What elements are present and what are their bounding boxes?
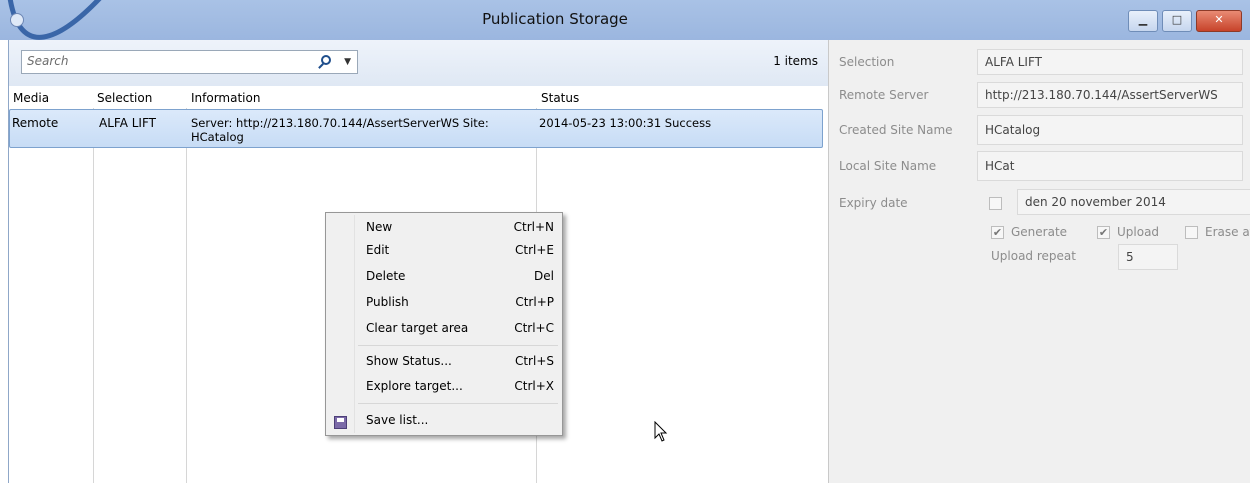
close-button[interactable]: ✕	[1196, 10, 1242, 32]
search-placeholder: Search	[27, 54, 69, 68]
erase-checkbox[interactable]	[1185, 226, 1198, 239]
column-header-information[interactable]: Information	[187, 88, 260, 108]
menu-item-delete[interactable]: Delete Del	[366, 265, 554, 287]
menu-item-shortcut: Ctrl+N	[513, 220, 554, 234]
cell-media: Remote	[12, 116, 59, 130]
menu-item-label: Explore target...	[366, 379, 463, 393]
cell-information: Server: http://213.180.70.144/AssertServ…	[191, 116, 489, 144]
generate-label: Generate	[1011, 225, 1068, 239]
menu-item-shortcut: Ctrl+S	[514, 354, 554, 368]
column-header-status[interactable]: Status	[537, 88, 579, 108]
menu-item-edit[interactable]: Edit Ctrl+E	[366, 239, 554, 261]
menu-item-label: Edit	[366, 243, 390, 257]
maximize-button[interactable]: □	[1162, 10, 1192, 32]
menu-item-explore-target[interactable]: Explore target... Ctrl+X	[366, 375, 554, 397]
mouse-cursor-icon	[654, 421, 668, 442]
menu-item-shortcut: Ctrl+P	[515, 295, 554, 309]
minimize-icon: ▁	[1138, 13, 1148, 26]
menu-item-label: Save list...	[366, 413, 429, 427]
cell-status: 2014-05-23 13:00:31 Success	[539, 116, 712, 130]
maximize-icon: □	[1171, 13, 1183, 26]
menu-item-label: Publish	[366, 295, 409, 309]
menu-item-publish[interactable]: Publish Ctrl+P	[366, 291, 554, 313]
menu-separator	[358, 345, 558, 346]
menu-item-save-list[interactable]: Save list...	[366, 409, 554, 431]
list-toolbar: Search ▼ 1 items	[9, 40, 828, 86]
menu-item-clear-target-area[interactable]: Clear target area Ctrl+C	[366, 317, 554, 339]
menu-item-shortcut: Ctrl+X	[514, 379, 554, 393]
menu-item-label: New	[366, 220, 393, 234]
title-bar: Publication Storage ▁ □ ✕	[0, 0, 1250, 40]
item-count: 1 items	[773, 54, 818, 68]
cell-selection: ALFA LIFT	[99, 116, 156, 130]
minimize-button[interactable]: ▁	[1128, 10, 1158, 32]
cell-information-line2: HCatalog	[191, 130, 244, 144]
menu-separator	[358, 403, 558, 404]
chevron-down-icon[interactable]: ▼	[344, 57, 351, 67]
context-menu: New Ctrl+N Edit Ctrl+E Delete Del Publish Ct…	[325, 212, 563, 436]
remote-server-label: Remote Server	[839, 88, 929, 102]
selection-label: Selection	[839, 55, 895, 69]
menu-item-shortcut: Ctrl+C	[514, 321, 554, 335]
search-input[interactable]: Search ▼	[21, 50, 358, 74]
search-icon[interactable]	[321, 55, 331, 65]
column-header-selection[interactable]: Selection	[93, 88, 152, 108]
menu-item-shortcut: Del	[534, 269, 554, 283]
menu-item-show-status[interactable]: Show Status... Ctrl+S	[366, 350, 554, 372]
menu-item-new[interactable]: New Ctrl+N	[366, 216, 554, 238]
erase-label: Erase af	[1205, 225, 1250, 239]
upload-label: Upload	[1117, 225, 1160, 239]
expiry-date-checkbox[interactable]	[989, 197, 1002, 210]
menu-item-label: Show Status...	[366, 354, 452, 368]
close-icon: ✕	[1214, 13, 1224, 26]
save-icon	[334, 416, 347, 429]
created-site-name-label: Created Site Name	[839, 123, 953, 137]
local-site-name-field[interactable]: HCat	[977, 151, 1243, 181]
column-divider	[186, 108, 187, 483]
selection-field[interactable]: ALFA LIFT	[977, 49, 1243, 75]
cell-information-line1: Server: http://213.180.70.144/AssertServ…	[191, 116, 489, 130]
generate-checkbox[interactable]: ✔	[991, 226, 1004, 239]
upload-checkbox[interactable]: ✔	[1097, 226, 1110, 239]
expiry-date-label: Expiry date	[839, 196, 908, 210]
menu-gutter	[354, 215, 355, 433]
column-header-media[interactable]: Media	[9, 88, 49, 108]
upload-repeat-label: Upload repeat	[991, 249, 1076, 263]
window-title: Publication Storage	[482, 10, 628, 28]
properties-pane: Selection ALFA LIFT Remote Server http:/…	[829, 40, 1250, 483]
expiry-date-picker[interactable]: den 20 november 2014	[1017, 189, 1250, 215]
created-site-name-field[interactable]: HCatalog	[977, 115, 1243, 145]
upload-repeat-field[interactable]: 5	[1118, 244, 1178, 270]
remote-server-field[interactable]: http://213.180.70.144/AssertServerWS	[977, 82, 1243, 108]
column-divider	[93, 108, 94, 483]
local-site-name-label: Local Site Name	[839, 159, 937, 173]
menu-item-label: Delete	[366, 269, 406, 283]
menu-item-label: Clear target area	[366, 321, 469, 335]
menu-item-shortcut: Ctrl+E	[515, 243, 554, 257]
